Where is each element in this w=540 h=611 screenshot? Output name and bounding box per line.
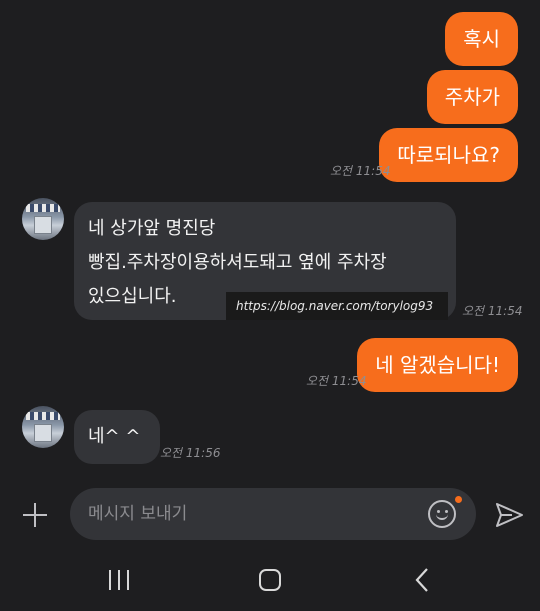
outgoing-message[interactable]: 따로되나요? — [379, 128, 518, 182]
message-line: 네 상가앞 명진당 — [88, 218, 216, 239]
message-timestamp: 오전 11:54 — [330, 164, 391, 178]
avatar[interactable] — [22, 198, 64, 240]
message-line: 빵집.주차장이용하셔도돼고 옆에 주차장 — [88, 252, 387, 273]
message-timestamp: 오전 11:54 — [306, 374, 367, 388]
message-timestamp: 오전 11:54 — [462, 304, 523, 318]
recents-bar — [127, 570, 129, 590]
avatar[interactable] — [22, 406, 64, 448]
back-chevron — [415, 568, 428, 592]
message-composer — [70, 488, 476, 540]
outgoing-message[interactable]: 주차가 — [426, 70, 518, 124]
avatar-storefront — [34, 424, 52, 442]
avatar-awning — [26, 204, 60, 212]
avatar-storefront — [34, 216, 52, 234]
back-icon[interactable] — [412, 567, 432, 593]
message-timestamp: 오전 11:56 — [160, 446, 221, 460]
notification-dot — [455, 496, 462, 503]
incoming-message[interactable]: 네^ ^ — [74, 410, 161, 464]
send-icon[interactable] — [494, 500, 524, 530]
message-input[interactable] — [88, 488, 418, 540]
chat-screen: 혹시 주차가 따로되나요? 오전 11:54 네 상가앞 명진당 빵집.주차장이… — [0, 0, 540, 611]
message-line: 네^ ^ — [88, 426, 141, 447]
emoji-icon[interactable] — [428, 500, 456, 528]
recents-bar — [109, 570, 111, 590]
recents-icon[interactable] — [108, 570, 130, 590]
home-icon[interactable] — [259, 569, 281, 591]
outgoing-message[interactable]: 혹시 — [445, 12, 518, 66]
outgoing-message[interactable]: 네 알겠습니다! — [357, 338, 518, 392]
send-icon-graphic — [496, 503, 523, 527]
emoji-mouth — [436, 512, 448, 520]
recents-bar — [118, 570, 120, 590]
system-navigation-bar — [0, 550, 540, 611]
blog-watermark: https://blog.naver.com/torylog93 — [226, 292, 448, 320]
plus-icon[interactable] — [20, 500, 50, 530]
avatar-awning — [26, 412, 60, 420]
